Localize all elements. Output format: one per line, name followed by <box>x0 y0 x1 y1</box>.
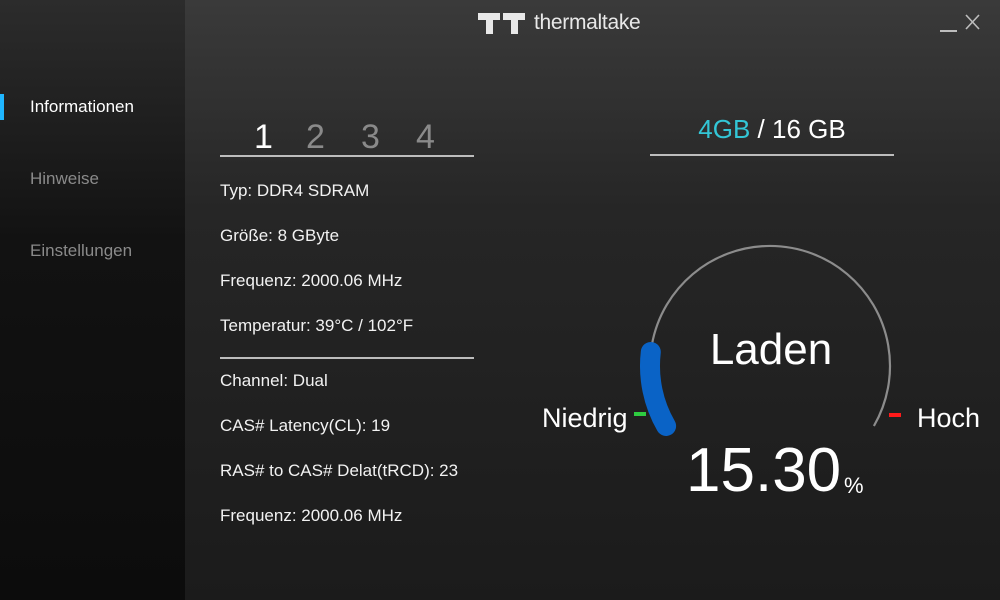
spec-ras-to-cas: RAS# to CAS# Delat(tRCD): 23 <box>220 461 459 480</box>
spec-cas-latency: CAS# Latency(CL): 19 <box>220 416 391 435</box>
memory-total: 16 GB <box>771 114 846 144</box>
tab-module-2[interactable]: 2 <box>306 118 325 157</box>
active-indicator <box>0 94 4 120</box>
spec-frequency: Frequenz: 2000.06 MHz <box>220 271 403 290</box>
brand-name: thermaltake <box>534 11 641 34</box>
sidebar-item-hinweise[interactable]: Hinweise <box>0 162 185 196</box>
tab-module-4[interactable]: 4 <box>416 118 435 157</box>
gauge-high-label: Hoch <box>917 403 981 433</box>
gauge-low-label: Niedrig <box>542 403 628 433</box>
spec-channel: Channel: Dual <box>220 371 328 391</box>
memory-usage: 4GB / 16 GB <box>650 114 894 145</box>
spec-temperature: Temperatur: 39°C / 102°F <box>220 316 414 335</box>
close-icon <box>965 14 980 30</box>
memory-divider <box>650 154 894 156</box>
spec-frequency-2: Frequenz: 2000.06 MHz <box>220 506 403 525</box>
minimize-button[interactable] <box>938 10 960 34</box>
sidebar-item-label: Einstellungen <box>30 241 133 260</box>
spec-channel-value: Dual <box>292 371 328 390</box>
sidebar-item-label: Hinweise <box>30 169 99 188</box>
gauge-value: 15.30 <box>686 436 842 505</box>
module-tabs: 1 2 3 4 <box>220 118 474 156</box>
memory-separator: / <box>750 114 772 144</box>
gauge-title: Laden <box>709 325 833 374</box>
sidebar-item-informationen[interactable]: Informationen <box>0 90 185 124</box>
spec-type: Typ: DDR4 SDRAM <box>220 181 370 200</box>
gauge-unit: % <box>844 473 864 498</box>
sidebar: Informationen Hinweise Einstellungen <box>0 0 185 600</box>
spec-size: Größe: 8 GByte <box>220 226 340 245</box>
specs-divider <box>220 357 474 359</box>
sidebar-item-label: Informationen <box>30 97 134 116</box>
thermaltake-logo-icon <box>478 13 525 34</box>
gauge-high-marker <box>889 413 901 417</box>
tabs-divider <box>220 155 474 157</box>
tab-module-3[interactable]: 3 <box>361 118 380 157</box>
memory-used: 4GB <box>698 114 751 144</box>
gauge-low-marker <box>634 412 646 416</box>
tab-module-1[interactable]: 1 <box>254 118 273 157</box>
brand-logo: thermaltake <box>478 9 641 37</box>
sidebar-item-einstellungen[interactable]: Einstellungen <box>0 234 185 268</box>
spec-channel-label: Channel: <box>220 371 289 390</box>
close-button[interactable] <box>962 10 984 34</box>
